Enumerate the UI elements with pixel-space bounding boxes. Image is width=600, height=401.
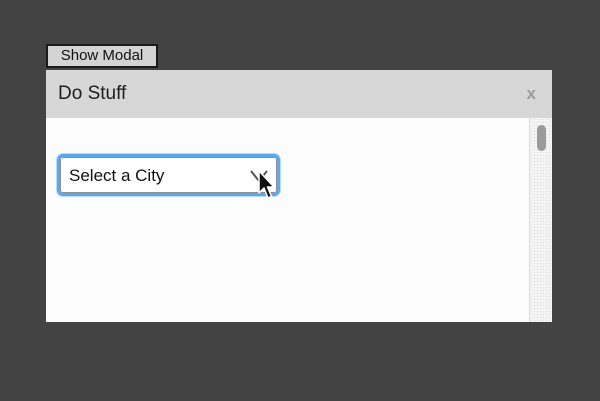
mouse-cursor-icon: [258, 170, 275, 199]
scrollbar-thumb[interactable]: [537, 125, 546, 151]
show-modal-button[interactable]: Show Modal: [46, 44, 158, 68]
modal-header: Do Stuff x: [46, 70, 552, 118]
modal-dialog: Do Stuff x Select a City: [46, 70, 552, 322]
close-button[interactable]: x: [527, 84, 536, 104]
city-select[interactable]: Select a City: [57, 154, 280, 196]
modal-scrollbar[interactable]: [529, 118, 552, 322]
modal-title: Do Stuff: [58, 83, 127, 104]
city-select-value: Select a City: [69, 166, 165, 185]
modal-body: Select a City: [46, 118, 529, 322]
